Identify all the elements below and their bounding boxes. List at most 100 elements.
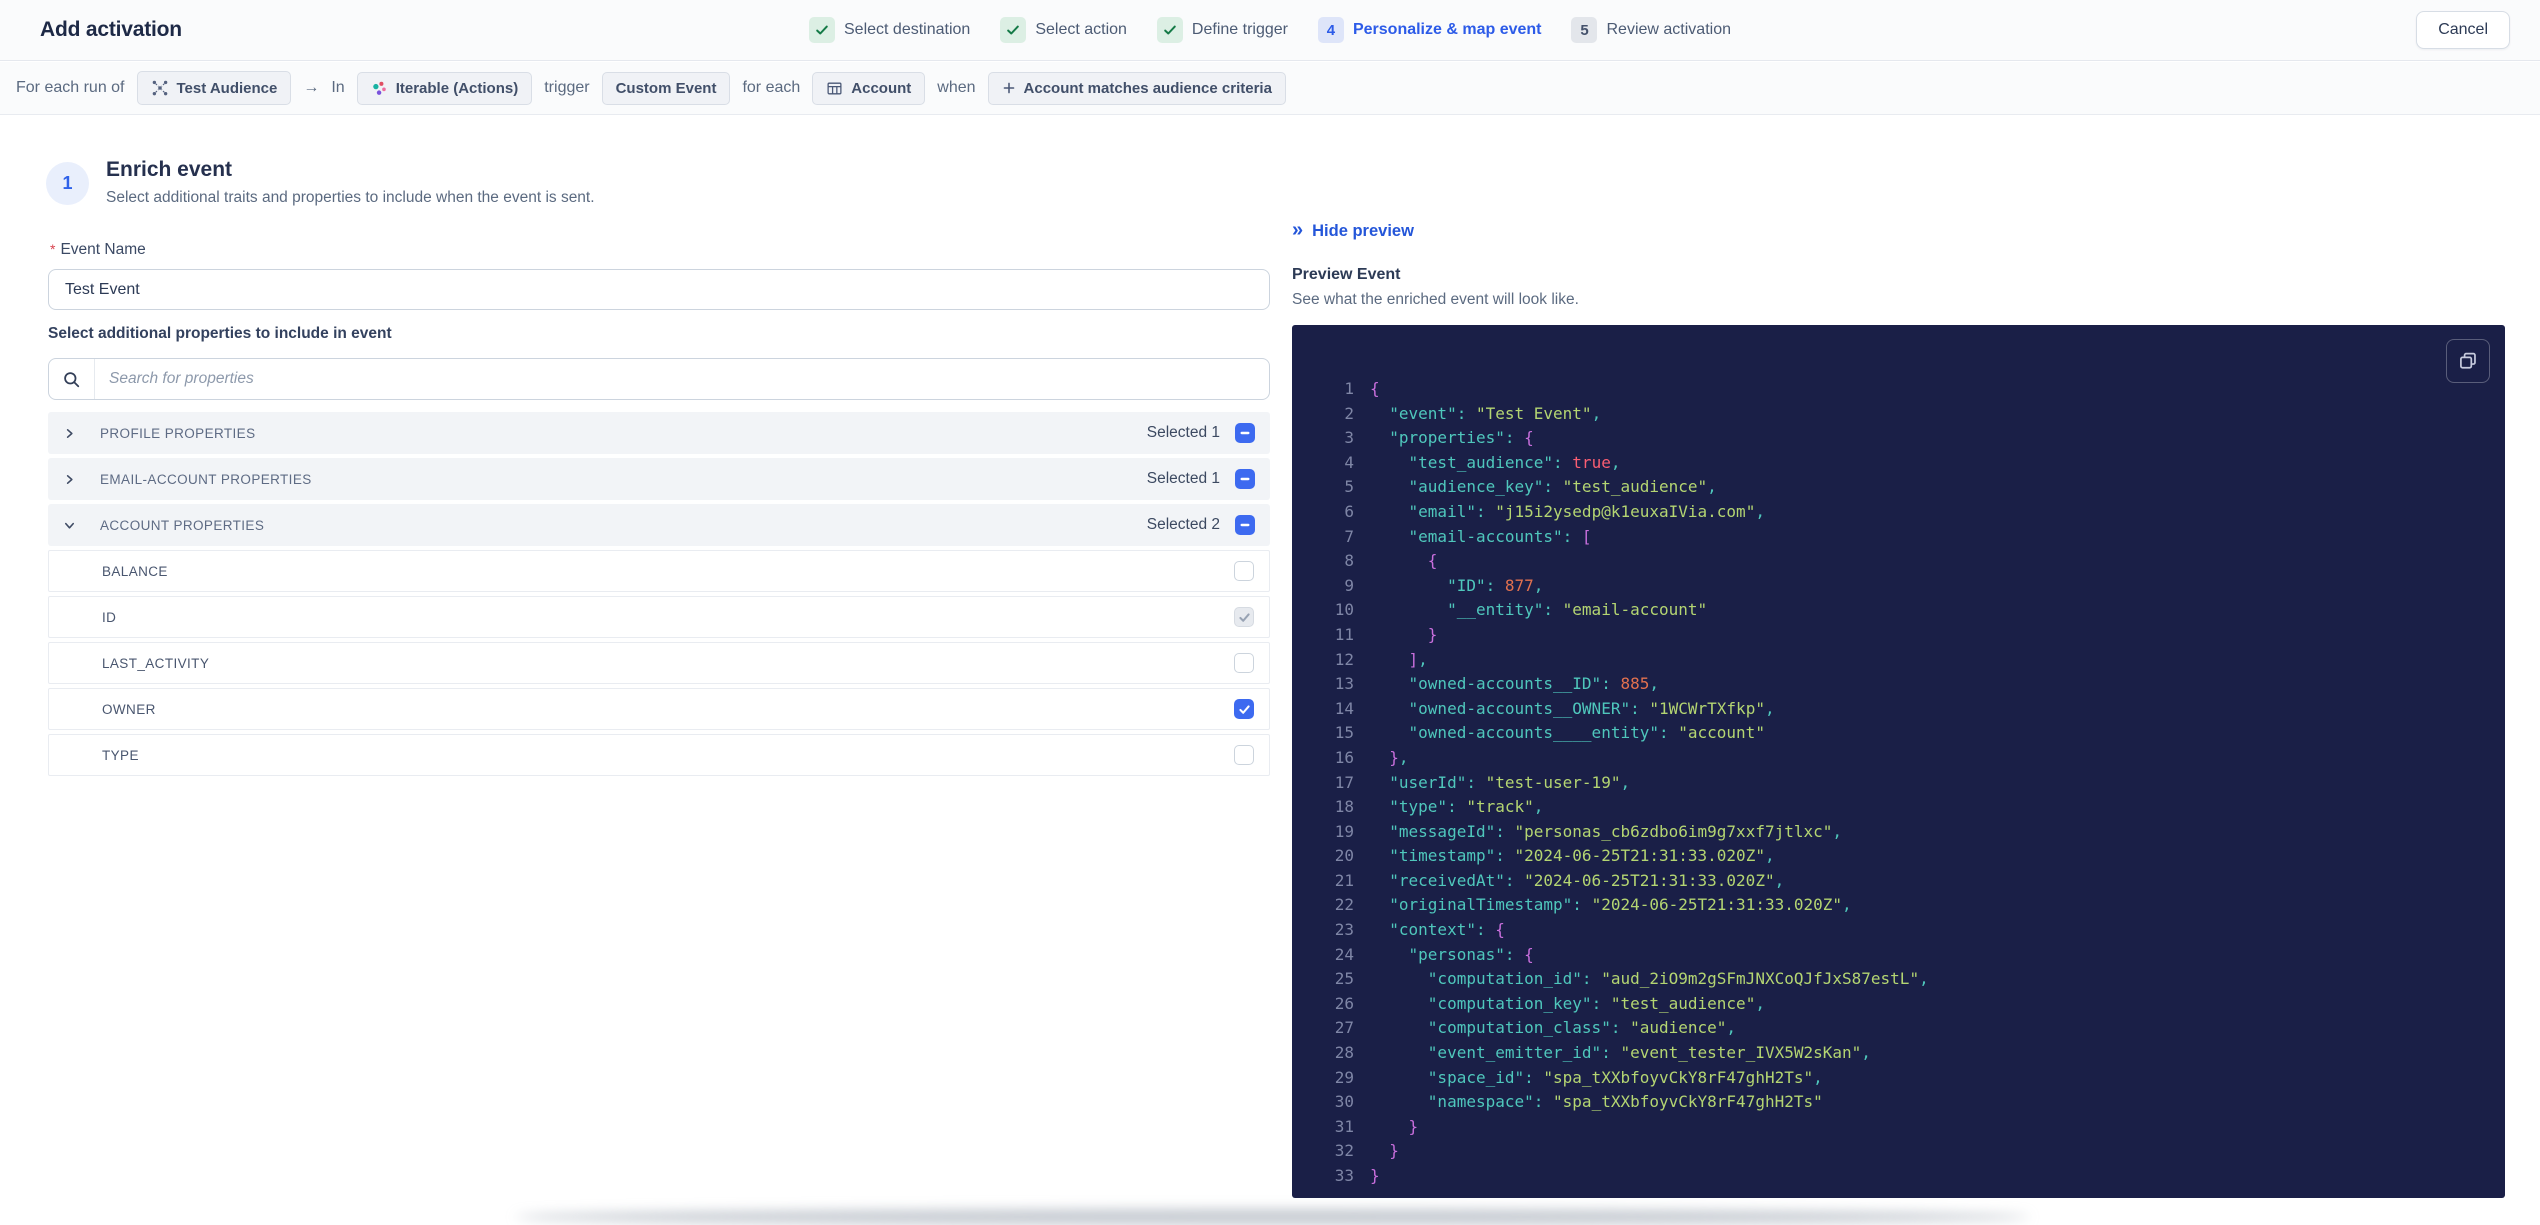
step-label: Select action (1035, 21, 1127, 38)
code-preview-panel: 1{2 "event": "Test Event", 3 "properties"… (1292, 325, 2505, 1198)
line-number: 8 (1344, 551, 1354, 571)
code-content: "receivedAt": "2024-06-25T21:31:33.020Z"… (1389, 870, 1785, 890)
checkbox-checked[interactable] (1234, 699, 1254, 719)
code-line: 6 "email": "j15i2ysedp@k1euxaIVia.com", (1292, 500, 2505, 525)
line-number: 24 (1334, 944, 1354, 964)
code-content: "timestamp": "2024-06-25T21:31:33.020Z", (1389, 846, 1775, 866)
chevron-right-icon[interactable] (63, 473, 79, 486)
step-select-action[interactable]: Select action (1000, 17, 1127, 43)
checkbox-unchecked[interactable] (1234, 653, 1254, 673)
code-line: 21 "receivedAt": "2024-06-25T21:31:33.02… (1292, 869, 2505, 894)
line-number: 22 (1334, 895, 1354, 915)
code-content: { (1370, 379, 1380, 398)
chip-account-matches-audience-criteria[interactable]: Account matches audience criteria (987, 71, 1286, 105)
chip-iterable-actions[interactable]: Iterable (Actions) (356, 71, 533, 105)
line-number: 15 (1334, 723, 1354, 743)
copy-icon (2457, 350, 2479, 372)
required-asterisk: * (50, 241, 56, 257)
check-icon (1156, 17, 1183, 43)
code-content: "event_emitter_id": "event_tester_IVX5W2… (1427, 1043, 1871, 1063)
chip-account[interactable]: Account (812, 71, 926, 105)
code-line: 12 ], (1292, 648, 2505, 673)
code-line: 32 } (1292, 1139, 2505, 1164)
event-name-input[interactable] (48, 269, 1270, 310)
indeterminate-checkbox[interactable] (1235, 469, 1255, 489)
line-number: 18 (1334, 797, 1354, 817)
code-line: 14 "owned-accounts__OWNER": "1WCWrTXfkp"… (1292, 697, 2505, 722)
search-box[interactable] (48, 358, 1270, 400)
step-label: Review activation (1606, 21, 1731, 38)
chip-label: Account (851, 79, 912, 97)
properties-section-label: Select additional properties to include … (48, 325, 392, 342)
step-number: 5 (1571, 17, 1598, 43)
property-group-profile-properties[interactable]: PROFILE PROPERTIES Selected 1 (48, 412, 1270, 454)
code-line: 26 "computation_key": "test_audience", (1292, 992, 2505, 1017)
event-name-label-text: Event Name (60, 241, 146, 258)
code-content: "type": "track", (1389, 797, 1544, 817)
property-row-last-activity[interactable]: LAST_ACTIVITY (48, 642, 1270, 684)
code-line: 1{ (1292, 377, 2505, 402)
step-personalize-map-event[interactable]: 4 Personalize & map event (1317, 17, 1541, 43)
code-line: 2 "event": "Test Event", (1292, 402, 2505, 427)
property-label: LAST_ACTIVITY (102, 655, 210, 671)
step-select-destination[interactable]: Select destination (809, 17, 970, 43)
checkbox-unchecked[interactable] (1234, 745, 1254, 765)
hide-preview-label: Hide preview (1312, 221, 1414, 240)
property-row-owner[interactable]: OWNER (48, 688, 1270, 730)
code-line: 17 "userId": "test-user-19", (1292, 771, 2505, 796)
line-number: 3 (1344, 428, 1354, 448)
section-title: Enrich event (106, 158, 233, 181)
code-content: "__entity": "email-account" (1447, 600, 1708, 620)
code-content: "owned-accounts__OWNER": "1WCWrTXfkp", (1408, 698, 1775, 718)
property-row-balance[interactable]: BALANCE (48, 550, 1270, 592)
line-number: 16 (1334, 747, 1354, 767)
chip-label: Iterable (Actions) (395, 79, 519, 97)
property-group-account-properties[interactable]: ACCOUNT PROPERTIES Selected 2 (48, 504, 1270, 546)
code-content: "originalTimestamp": "2024-06-25T21:31:3… (1389, 895, 1852, 915)
line-number: 20 (1334, 846, 1354, 866)
selected-count: Selected 1 (1146, 424, 1220, 441)
step-review-activation[interactable]: 5 Review activation (1571, 17, 1731, 43)
line-number: 4 (1344, 452, 1354, 472)
step-number: 4 (1317, 17, 1344, 43)
code-line: 5 "audience_key": "test_audience", (1292, 475, 2505, 500)
chip-test-audience[interactable]: Test Audience (136, 71, 292, 105)
audience-icon (151, 79, 169, 97)
cancel-button[interactable]: Cancel (2416, 11, 2510, 49)
code-line: 7 "email-accounts": [ (1292, 525, 2505, 550)
line-number: 26 (1334, 993, 1354, 1013)
property-row-type[interactable]: TYPE (48, 734, 1270, 776)
iterable-icon (371, 80, 388, 97)
step-label: Define trigger (1191, 21, 1288, 38)
checkbox-unchecked[interactable] (1234, 561, 1254, 581)
line-number: 21 (1334, 870, 1354, 890)
code-content: "email": "j15i2ysedp@k1euxaIVia.com", (1408, 501, 1765, 521)
step-define-trigger[interactable]: Define trigger (1156, 17, 1288, 43)
checkbox-checked-disabled[interactable] (1234, 607, 1254, 627)
hide-preview-link[interactable]: » Hide preview (1292, 220, 1414, 241)
code-line: 29 "space_id": "spa_tXXbfoyvCkY8rF47ghH2… (1292, 1066, 2505, 1091)
chevron-right-icon[interactable] (63, 427, 79, 440)
code-content: } (1427, 624, 1438, 644)
trigger-text: For each run of (16, 79, 125, 96)
chip-custom-event[interactable]: Custom Event (601, 71, 731, 105)
code-content: } (1408, 1116, 1419, 1136)
search-input[interactable] (95, 359, 1269, 399)
indeterminate-checkbox[interactable] (1235, 515, 1255, 535)
property-row-id[interactable]: ID (48, 596, 1270, 638)
step-label: Select destination (844, 21, 971, 38)
code-line: 28 "event_emitter_id": "event_tester_IVX… (1292, 1041, 2505, 1066)
property-group-email-account-properties[interactable]: EMAIL-ACCOUNT PROPERTIES Selected 1 (48, 458, 1270, 500)
code-content: "computation_class": "audience", (1427, 1018, 1737, 1038)
line-number: 33 (1334, 1166, 1354, 1185)
code-content: "ID": 877, (1447, 575, 1544, 595)
code-content: "email-accounts": [ (1408, 526, 1592, 546)
table-icon (826, 80, 843, 97)
indeterminate-checkbox[interactable] (1235, 423, 1255, 443)
line-number: 14 (1334, 698, 1354, 718)
code-content: "audience_key": "test_audience", (1408, 477, 1717, 497)
chevron-down-icon[interactable] (63, 519, 79, 532)
property-label: BALANCE (102, 563, 168, 579)
top-header: Add activation Select destination Select … (0, 0, 2540, 61)
trigger-text: In (331, 79, 345, 96)
